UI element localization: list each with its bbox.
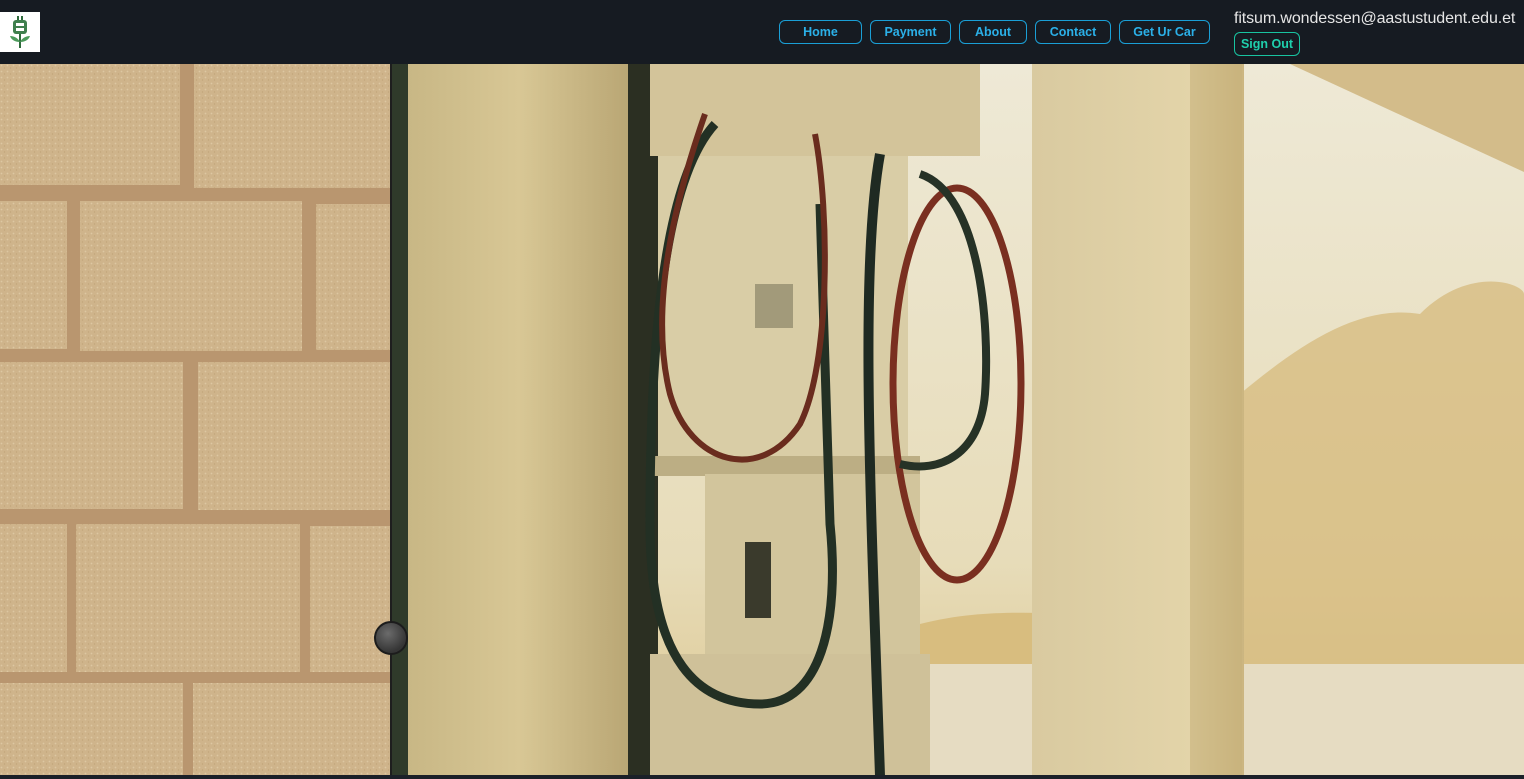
logo[interactable] <box>0 12 40 52</box>
nav-home-button[interactable]: Home <box>779 20 862 44</box>
nav-payment-button[interactable]: Payment <box>870 20 951 44</box>
comparison-divider[interactable] <box>390 64 392 776</box>
user-email: fitsum.wondessen@aastustudent.edu.et <box>1234 10 1516 27</box>
hero-image-comparison <box>0 64 1524 776</box>
sign-out-button[interactable]: Sign Out <box>1234 32 1300 56</box>
hero-illustration <box>0 64 1524 776</box>
plug-charger-logo-icon <box>0 12 40 52</box>
brick-wall-photo <box>0 64 390 776</box>
bottom-edge <box>0 775 1524 779</box>
nav-get-ur-car-button[interactable]: Get Ur Car <box>1119 20 1210 44</box>
nav-contact-button[interactable]: Contact <box>1035 20 1111 44</box>
nav-about-button[interactable]: About <box>959 20 1027 44</box>
top-navbar: Home Payment About Contact Get Ur Car fi… <box>0 0 1524 64</box>
vintage-gas-pump-photo <box>392 64 1524 776</box>
comparison-slider-handle[interactable] <box>374 621 408 655</box>
